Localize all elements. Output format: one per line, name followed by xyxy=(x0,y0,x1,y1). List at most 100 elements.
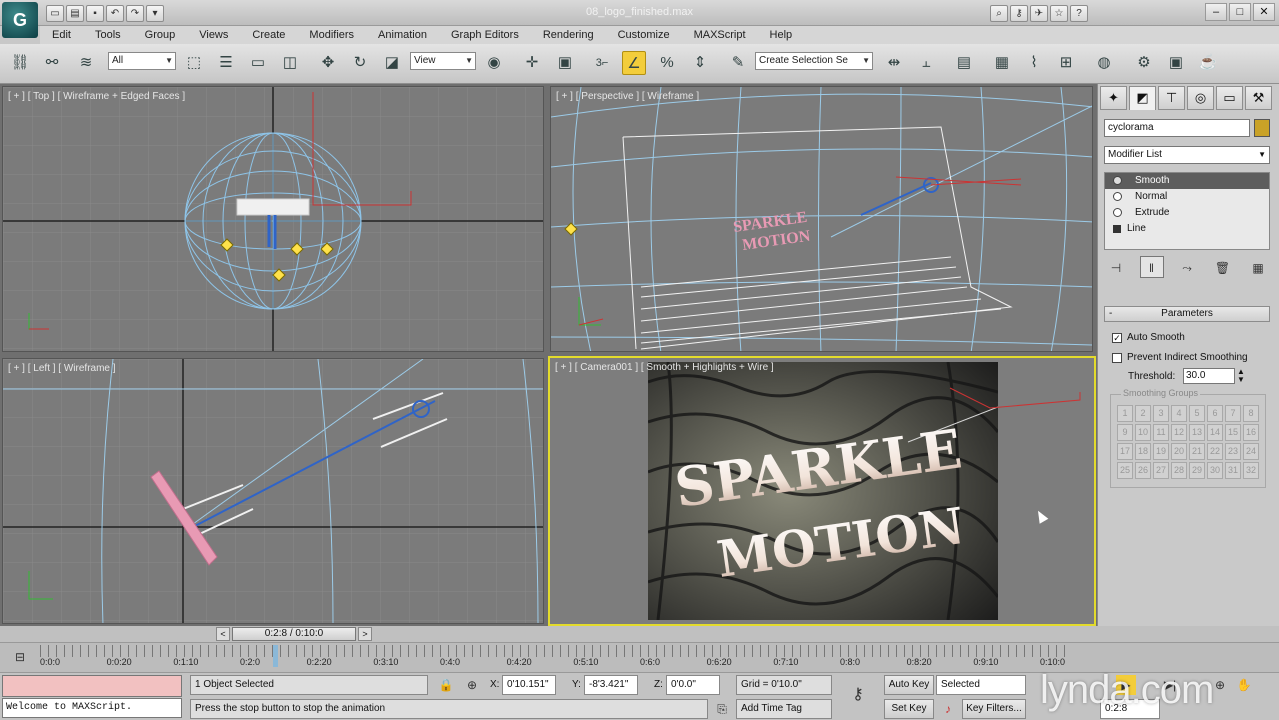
smoothing-group-button[interactable]: 31 xyxy=(1225,462,1241,479)
curve-editor-icon[interactable]: ⌇ xyxy=(1022,51,1046,75)
mirror-icon[interactable]: ⇹ xyxy=(882,51,906,75)
previous-frame-icon[interactable]: < xyxy=(216,627,230,641)
maxscript-mini-listener-top[interactable] xyxy=(2,675,182,697)
auto-smooth-checkbox[interactable]: ✓ Auto Smooth xyxy=(1112,332,1185,343)
set-key-big-icon[interactable]: ⚷ xyxy=(848,685,868,705)
render-setup-icon[interactable]: ⚙ xyxy=(1132,51,1156,75)
smoothing-group-button[interactable]: 10 xyxy=(1135,424,1151,441)
menu-customize[interactable]: Customize xyxy=(606,29,682,41)
object-name-field[interactable]: cyclorama xyxy=(1104,119,1250,137)
smoothing-group-button[interactable]: 4 xyxy=(1171,405,1187,422)
smoothing-group-button[interactable]: 20 xyxy=(1171,443,1187,460)
align-icon[interactable]: ⫠ xyxy=(914,51,938,75)
display-tab-icon[interactable]: ▭ xyxy=(1216,86,1243,110)
stack-item-smooth[interactable]: Smooth xyxy=(1105,173,1269,189)
smoothing-group-button[interactable]: 28 xyxy=(1171,462,1187,479)
smoothing-group-button[interactable]: 22 xyxy=(1207,443,1223,460)
add-time-tag[interactable]: Add Time Tag xyxy=(736,699,832,719)
create-tab-icon[interactable]: ✦ xyxy=(1100,86,1127,110)
smoothing-group-button[interactable]: 30 xyxy=(1207,462,1223,479)
select-by-name-icon[interactable]: ☰ xyxy=(214,51,238,75)
selection-filter-dropdown[interactable]: All xyxy=(108,52,176,70)
select-object-icon[interactable]: ⬚ xyxy=(182,51,206,75)
binoculars-icon[interactable]: ⌕ xyxy=(990,4,1008,22)
y-coordinate-field[interactable]: -8'3.421" xyxy=(584,675,638,695)
edit-named-selection-icon[interactable]: ✎ xyxy=(726,51,750,75)
menu-create[interactable]: Create xyxy=(240,29,297,41)
smoothing-group-button[interactable]: 27 xyxy=(1153,462,1169,479)
lightbulb-icon[interactable] xyxy=(1113,208,1122,217)
smoothing-group-button[interactable]: 7 xyxy=(1225,405,1241,422)
scale-icon[interactable]: ◪ xyxy=(380,51,404,75)
checkbox-checked-icon[interactable]: ✓ xyxy=(1112,332,1122,343)
rendered-frame-window-icon[interactable]: ▣ xyxy=(1164,51,1188,75)
maximize-icon[interactable]: □ xyxy=(1229,3,1251,21)
make-unique-icon[interactable]: ⤳ xyxy=(1175,256,1199,278)
smoothing-group-button[interactable]: 15 xyxy=(1225,424,1241,441)
absolute-mode-icon[interactable]: ⊕ xyxy=(462,675,482,695)
default-in-out-tangent-icon[interactable]: ♪ xyxy=(938,699,958,719)
reference-coordinate-dropdown[interactable]: View xyxy=(410,52,476,70)
smoothing-group-button[interactable]: 11 xyxy=(1153,424,1169,441)
render-production-icon[interactable]: ☕ xyxy=(1196,51,1220,75)
menu-maxscript[interactable]: MAXScript xyxy=(682,29,758,41)
material-editor-icon[interactable]: ◍ xyxy=(1092,51,1116,75)
stack-item-normal[interactable]: Normal xyxy=(1105,189,1269,205)
viewport-label[interactable]: [ + ] [ Camera001 ] [ Smooth + Highlight… xyxy=(555,362,774,373)
menu-rendering[interactable]: Rendering xyxy=(531,29,606,41)
smoothing-group-button[interactable]: 29 xyxy=(1189,462,1205,479)
viewport-label[interactable]: [ + ] [ Left ] [ Wireframe ] xyxy=(8,363,116,374)
mini-curve-editor-icon[interactable]: ⊟ xyxy=(10,647,30,667)
minimize-icon[interactable]: – xyxy=(1205,3,1227,21)
smoothing-group-button[interactable]: 8 xyxy=(1243,405,1259,422)
bind-space-warp-icon[interactable]: ≋ xyxy=(74,51,98,75)
rotate-icon[interactable]: ↻ xyxy=(348,51,372,75)
select-and-manipulate-icon[interactable]: ✛ xyxy=(520,51,544,75)
motion-tab-icon[interactable]: ◎ xyxy=(1187,86,1214,110)
modify-tab-icon[interactable]: ◩ xyxy=(1129,86,1156,110)
viewport-camera[interactable]: [ + ] [ Camera001 ] [ Smooth + Highlight… xyxy=(548,356,1096,626)
lightbulb-icon[interactable] xyxy=(1113,192,1122,201)
connect-icon[interactable]: ✈ xyxy=(1030,4,1048,22)
smoothing-group-button[interactable]: 18 xyxy=(1135,443,1151,460)
next-frame-icon[interactable]: > xyxy=(358,627,372,641)
smoothing-group-button[interactable]: 2 xyxy=(1135,405,1151,422)
menu-views[interactable]: Views xyxy=(187,29,240,41)
pan-view-icon[interactable]: ✋ xyxy=(1234,675,1254,695)
maxscript-mini-listener[interactable]: Welcome to MAXScript. xyxy=(2,698,182,718)
checkbox-unchecked-icon[interactable] xyxy=(1112,352,1122,363)
remove-modifier-icon[interactable]: 🗑 xyxy=(1211,256,1235,278)
menu-tools[interactable]: Tools xyxy=(83,29,133,41)
lightbulb-icon[interactable] xyxy=(1113,176,1122,185)
key-filters-button[interactable]: Key Filters... xyxy=(962,699,1026,719)
menu-animation[interactable]: Animation xyxy=(366,29,439,41)
viewport-top[interactable]: [ + ] [ Top ] [ Wireframe + Edged Faces … xyxy=(2,86,544,352)
smoothing-group-button[interactable]: 13 xyxy=(1189,424,1205,441)
schematic-view-icon[interactable]: ⊞ xyxy=(1054,51,1078,75)
viewport-label[interactable]: [ + ] [ Top ] [ Wireframe + Edged Faces … xyxy=(8,91,185,102)
configure-modifier-sets-icon[interactable]: ▦ xyxy=(1246,256,1270,278)
time-slider[interactable]: 0:2:8 / 0:10:0 xyxy=(232,627,356,641)
menu-help[interactable]: Help xyxy=(758,29,805,41)
menu-group[interactable]: Group xyxy=(133,29,188,41)
parameters-rollout-header[interactable]: - Parameters xyxy=(1104,306,1270,322)
viewport-label[interactable]: [ + ] [ Perspective ] [ Wireframe ] xyxy=(556,91,699,102)
prevent-indirect-checkbox[interactable]: Prevent Indirect Smoothing xyxy=(1112,352,1248,363)
graphite-ribbon-icon[interactable]: ▦ xyxy=(990,51,1014,75)
object-color-swatch[interactable] xyxy=(1254,119,1270,137)
set-key-button[interactable]: Set Key xyxy=(884,699,934,719)
favorites-icon[interactable]: ☆ xyxy=(1050,4,1068,22)
hierarchy-tab-icon[interactable]: ⊤ xyxy=(1158,86,1185,110)
threshold-spinner-icon[interactable]: ▲ ▼ xyxy=(1237,368,1245,384)
viewport-perspective[interactable]: [ + ] [ Perspective ] [ Wireframe ] SPAR… xyxy=(550,86,1093,352)
menu-graph-editors[interactable]: Graph Editors xyxy=(439,29,531,41)
move-icon[interactable]: ✥ xyxy=(316,51,340,75)
selection-lock-icon[interactable]: 🔒 xyxy=(436,675,456,695)
stack-item-extrude[interactable]: Extrude xyxy=(1105,205,1269,221)
smoothing-group-button[interactable]: 9 xyxy=(1117,424,1133,441)
menu-edit[interactable]: Edit xyxy=(40,29,83,41)
window-crossing-icon[interactable]: ◫ xyxy=(278,51,302,75)
keyboard-shortcut-override-icon[interactable]: ▣ xyxy=(553,51,577,75)
x-coordinate-field[interactable]: 0'10.151" xyxy=(502,675,556,695)
smoothing-group-button[interactable]: 5 xyxy=(1189,405,1205,422)
